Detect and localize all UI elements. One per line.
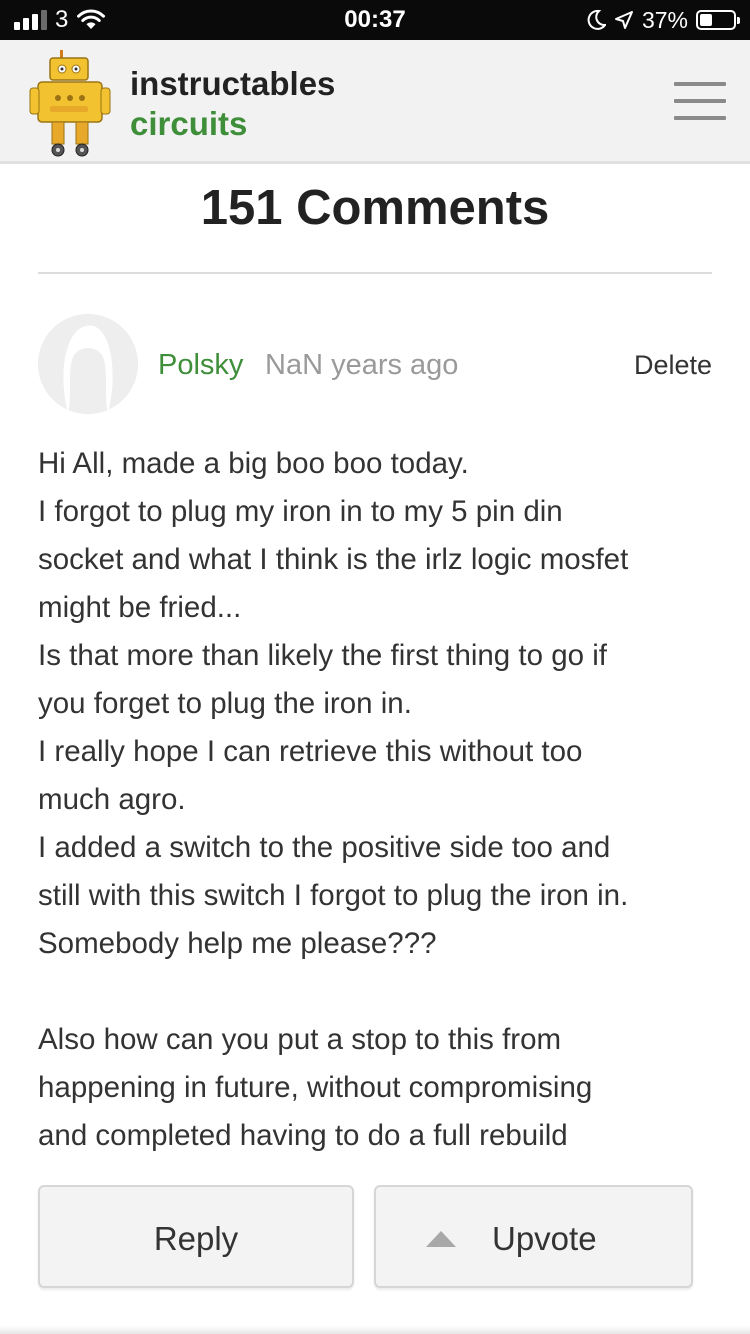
comment-time: NaN years ago (265, 349, 459, 381)
comment-line: Also how can you put a stop to this from (38, 1023, 562, 1056)
upvote-button[interactable]: Upvote (374, 1185, 693, 1288)
delete-button[interactable]: Delete (634, 348, 712, 382)
comment-line: much agro. (38, 783, 186, 816)
bottom-edge (0, 1326, 750, 1334)
comments-count-title: 151 Comments (200, 181, 550, 235)
avatar[interactable] (38, 314, 138, 414)
location-arrow-icon (614, 11, 633, 29)
comment-line: I really hope I can retrieve this withou… (38, 735, 583, 768)
battery-percent: 37% (641, 7, 688, 33)
comment-line: Is that more than likely the first thing… (38, 639, 607, 672)
comment-line: still with this switch I forgot to plug … (38, 879, 629, 912)
brand-section[interactable]: circuits (130, 106, 247, 142)
comment-line: might be fried... (38, 591, 242, 624)
comment-line: and completed having to do a full rebuil… (38, 1119, 568, 1152)
comment-line-blank (38, 968, 718, 1016)
robot-logo[interactable] (28, 48, 112, 158)
hamburger-menu-icon[interactable] (674, 82, 726, 122)
status-bar: 3 00:37 37% (0, 0, 750, 40)
divider (38, 272, 712, 274)
comment-body: Hi All, made a big boo boo today. I forg… (38, 440, 718, 1160)
comment-line: happening in future, without compromisin… (38, 1071, 593, 1104)
default-avatar-icon (38, 314, 138, 414)
status-right: 37% (586, 7, 740, 33)
battery-icon (696, 10, 740, 30)
comment-line: you forget to plug the iron in. (38, 687, 412, 720)
upvote-label: Upvote (492, 1220, 597, 1257)
comment-line: Somebody help me please??? (38, 927, 437, 960)
comment-line: I forgot to plug my iron in to my 5 pin … (38, 495, 563, 528)
comment-author[interactable]: Polsky (158, 348, 243, 382)
brand-name[interactable]: instructables (130, 66, 335, 102)
reply-button[interactable]: Reply (38, 1185, 354, 1288)
reply-label: Reply (153, 1220, 239, 1257)
arrow-up-icon (426, 1231, 456, 1247)
comment-line: Hi All, made a big boo boo today. (38, 447, 469, 480)
comment-line: socket and what I think is the irlz logi… (38, 543, 629, 576)
app-header: instructables circuits (0, 40, 750, 164)
moon-icon (587, 9, 606, 30)
comment-line: I added a switch to the positive side to… (38, 831, 611, 864)
